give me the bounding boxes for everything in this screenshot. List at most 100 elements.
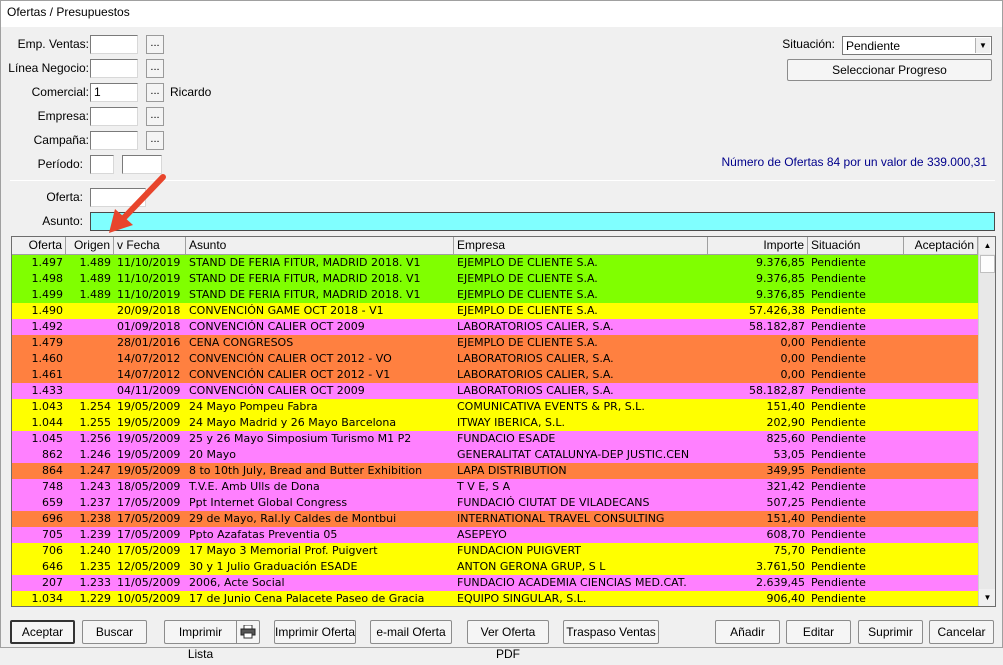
cell-importe: 151,40	[766, 400, 806, 413]
empresa-lookup-button[interactable]: ...	[146, 107, 164, 126]
column-header-asunto[interactable]: Asunto	[186, 237, 454, 255]
cell-origen: 1.239	[79, 528, 112, 541]
table-row[interactable]: 646 1.235 12/05/2009 30 y 1 Julio Graduació…	[12, 559, 978, 575]
cell-empresa: EJEMPLO DE CLIENTE S.A.	[457, 288, 598, 301]
column-header-situacion[interactable]: Situación	[808, 237, 904, 255]
table-row[interactable]: 1.490 20/09/2018 CONVENCIÓN GAME OCT 2018 …	[12, 303, 978, 319]
table-row[interactable]: 706 1.240 17/05/2009 17 Mayo 3 Memorial Pro…	[12, 543, 978, 559]
cell-origen: 1.255	[79, 416, 112, 429]
empresa-field[interactable]	[90, 107, 138, 126]
cell-oferta: 1.461	[31, 368, 64, 381]
cell-importe: 53,05	[773, 448, 806, 461]
cell-oferta: 864	[42, 464, 63, 477]
aceptar-button[interactable]: Aceptar	[10, 620, 75, 644]
table-row[interactable]: 864 1.247 19/05/2009 8 to 10th July, Bread …	[12, 463, 978, 479]
cell-oferta: 748	[42, 480, 63, 493]
scroll-thumb[interactable]	[980, 255, 995, 273]
editar-button[interactable]: Editar	[786, 620, 851, 644]
cell-empresa: LAPA DISTRIBUTION	[457, 464, 567, 477]
cell-situacion: Pendiente	[811, 256, 866, 269]
cell-situacion: Pendiente	[811, 512, 866, 525]
cell-situacion: Pendiente	[811, 576, 866, 589]
cell-fecha: 01/09/2018	[117, 320, 181, 333]
red-arrow-annotation	[109, 174, 166, 233]
imprimir-oferta-button[interactable]: Imprimir Oferta	[274, 620, 356, 644]
asunto-search-field[interactable]	[90, 212, 995, 231]
linea-negocio-lookup-button[interactable]: ...	[146, 59, 164, 78]
cell-empresa: LABORATORIOS CALIER, S.A.	[457, 368, 614, 381]
suprimir-button[interactable]: Suprimir	[858, 620, 923, 644]
seleccionar-progreso-button[interactable]: Seleccionar Progreso	[787, 59, 992, 81]
cell-asunto: 17 de Junio Cena Palacete Paseo de Graci…	[189, 592, 425, 605]
cell-asunto: 20 Mayo	[189, 448, 236, 461]
cell-empresa: EJEMPLO DE CLIENTE S.A.	[457, 256, 598, 269]
cell-empresa: LABORATORIOS CALIER, S.A.	[457, 320, 614, 333]
column-header-oferta[interactable]: Oferta	[12, 237, 66, 255]
table-row[interactable]: 1.497 1.489 11/10/2019 STAND DE FERIA FITUR…	[12, 255, 978, 271]
comercial-lookup-button[interactable]: ...	[146, 83, 164, 102]
linea-negocio-field[interactable]	[90, 59, 138, 78]
vertical-scrollbar[interactable]: ▲ ▼	[978, 237, 995, 606]
table-row[interactable]: 1.045 1.256 19/05/2009 25 y 26 Mayo Simposi…	[12, 431, 978, 447]
cell-importe: 9.376,85	[756, 256, 805, 269]
printer-icon-button[interactable]	[236, 620, 260, 644]
buscar-button[interactable]: Buscar	[82, 620, 147, 644]
table-row[interactable]: 1.492 01/09/2018 CONVENCIÓN CALIER OCT 200…	[12, 319, 978, 335]
chevron-down-icon[interactable]: ▼	[975, 38, 990, 53]
table-row[interactable]: 696 1.238 17/05/2009 29 de Mayo, Ral.ly Cal…	[12, 511, 978, 527]
table-row[interactable]: 1.433 04/11/2009 CONVENCIÓN CALIER OCT 200…	[12, 383, 978, 399]
table-row[interactable]: 1.460 14/07/2012 CONVENCIÓN CALIER OCT 201…	[12, 351, 978, 367]
table-row[interactable]: 1.461 14/07/2012 CONVENCIÓN CALIER OCT 201…	[12, 367, 978, 383]
cell-origen	[66, 303, 114, 319]
cell-situacion: Pendiente	[811, 496, 866, 509]
table-row[interactable]: 1.044 1.255 19/05/2009 24 Mayo Madrid y 26 …	[12, 415, 978, 431]
cell-importe: 0,00	[780, 336, 806, 349]
table-row[interactable]: 659 1.237 17/05/2009 Ppt Internet Global Co…	[12, 495, 978, 511]
table-row[interactable]: 1.034 1.229 10/05/2009 17 de Junio Cena Pal…	[12, 591, 978, 606]
scroll-down-icon[interactable]: ▼	[979, 589, 995, 606]
cancelar-button[interactable]: Cancelar	[929, 620, 994, 644]
cell-oferta: 659	[42, 496, 63, 509]
cell-fecha: 10/05/2009	[117, 592, 181, 605]
comercial-field[interactable]: 1	[90, 83, 138, 102]
column-header-importe[interactable]: Importe	[708, 237, 808, 255]
cell-aceptacion	[904, 271, 978, 287]
cell-origen: 1.254	[79, 400, 112, 413]
emp-ventas-lookup-button[interactable]: ...	[146, 35, 164, 54]
email-oferta-button[interactable]: e-mail Oferta	[370, 620, 452, 644]
cell-oferta: 1.433	[31, 384, 64, 397]
column-header-empresa[interactable]: Empresa	[454, 237, 708, 255]
cell-fecha: 19/05/2009	[117, 432, 181, 445]
table-row[interactable]: 705 1.239 17/05/2009 Ppto Azafatas Preventi…	[12, 527, 978, 543]
ver-oferta-pdf-button[interactable]: Ver Oferta PDF	[467, 620, 549, 661]
campana-lookup-button[interactable]: ...	[146, 131, 164, 150]
cell-importe: 9.376,85	[756, 272, 805, 285]
situacion-select[interactable]: Pendiente ▼	[842, 36, 992, 55]
imprimir-lista-button[interactable]: Imprimir Lista	[164, 620, 236, 661]
offers-table[interactable]: Oferta Origen v Fecha Asunto Empresa Imp…	[11, 236, 996, 607]
table-row[interactable]: 1.499 1.489 11/10/2019 STAND DE FERIA FITUR…	[12, 287, 978, 303]
cell-empresa: FUNDACION PUIGVERT	[457, 544, 582, 557]
cell-asunto: STAND DE FERIA FITUR, MADRID 2018. V1	[189, 256, 421, 269]
table-row[interactable]: 1.043 1.254 19/05/2009 24 Mayo Pompeu Fabra…	[12, 399, 978, 415]
traspaso-ventas-button[interactable]: Traspaso Ventas	[563, 620, 659, 644]
cell-asunto: CENA CONGRESOS	[189, 336, 294, 349]
table-row[interactable]: 748 1.243 18/05/2009 T.V.E. Amb Ulls de Don…	[12, 479, 978, 495]
cell-aceptacion	[904, 351, 978, 367]
campana-field[interactable]	[90, 131, 138, 150]
table-row[interactable]: 1.498 1.489 11/10/2019 STAND DE FERIA FITUR…	[12, 271, 978, 287]
cell-asunto: CONVENCIÓN CALIER OCT 2012 - VO	[189, 352, 392, 365]
anadir-button[interactable]: Añadir	[715, 620, 780, 644]
cell-fecha: 17/05/2009	[117, 496, 181, 509]
cell-empresa: EQUIPO SINGULAR, S.L.	[457, 592, 587, 605]
scroll-up-icon[interactable]: ▲	[979, 237, 995, 254]
table-row[interactable]: 1.479 28/01/2016 CENA CONGRESOS EJEMPLO DE …	[12, 335, 978, 351]
table-row[interactable]: 862 1.246 19/05/2009 20 Mayo GENERALITAT CAT…	[12, 447, 978, 463]
emp-ventas-field[interactable]	[90, 35, 138, 54]
column-header-aceptacion[interactable]: Aceptación	[904, 237, 978, 255]
cell-importe: 9.376,85	[756, 288, 805, 301]
cell-fecha: 19/05/2009	[117, 448, 181, 461]
table-row[interactable]: 207 1.233 11/05/2009 2006, Acte Social FUNDA…	[12, 575, 978, 591]
cell-situacion: Pendiente	[811, 592, 866, 605]
cell-importe: 825,60	[766, 432, 806, 445]
